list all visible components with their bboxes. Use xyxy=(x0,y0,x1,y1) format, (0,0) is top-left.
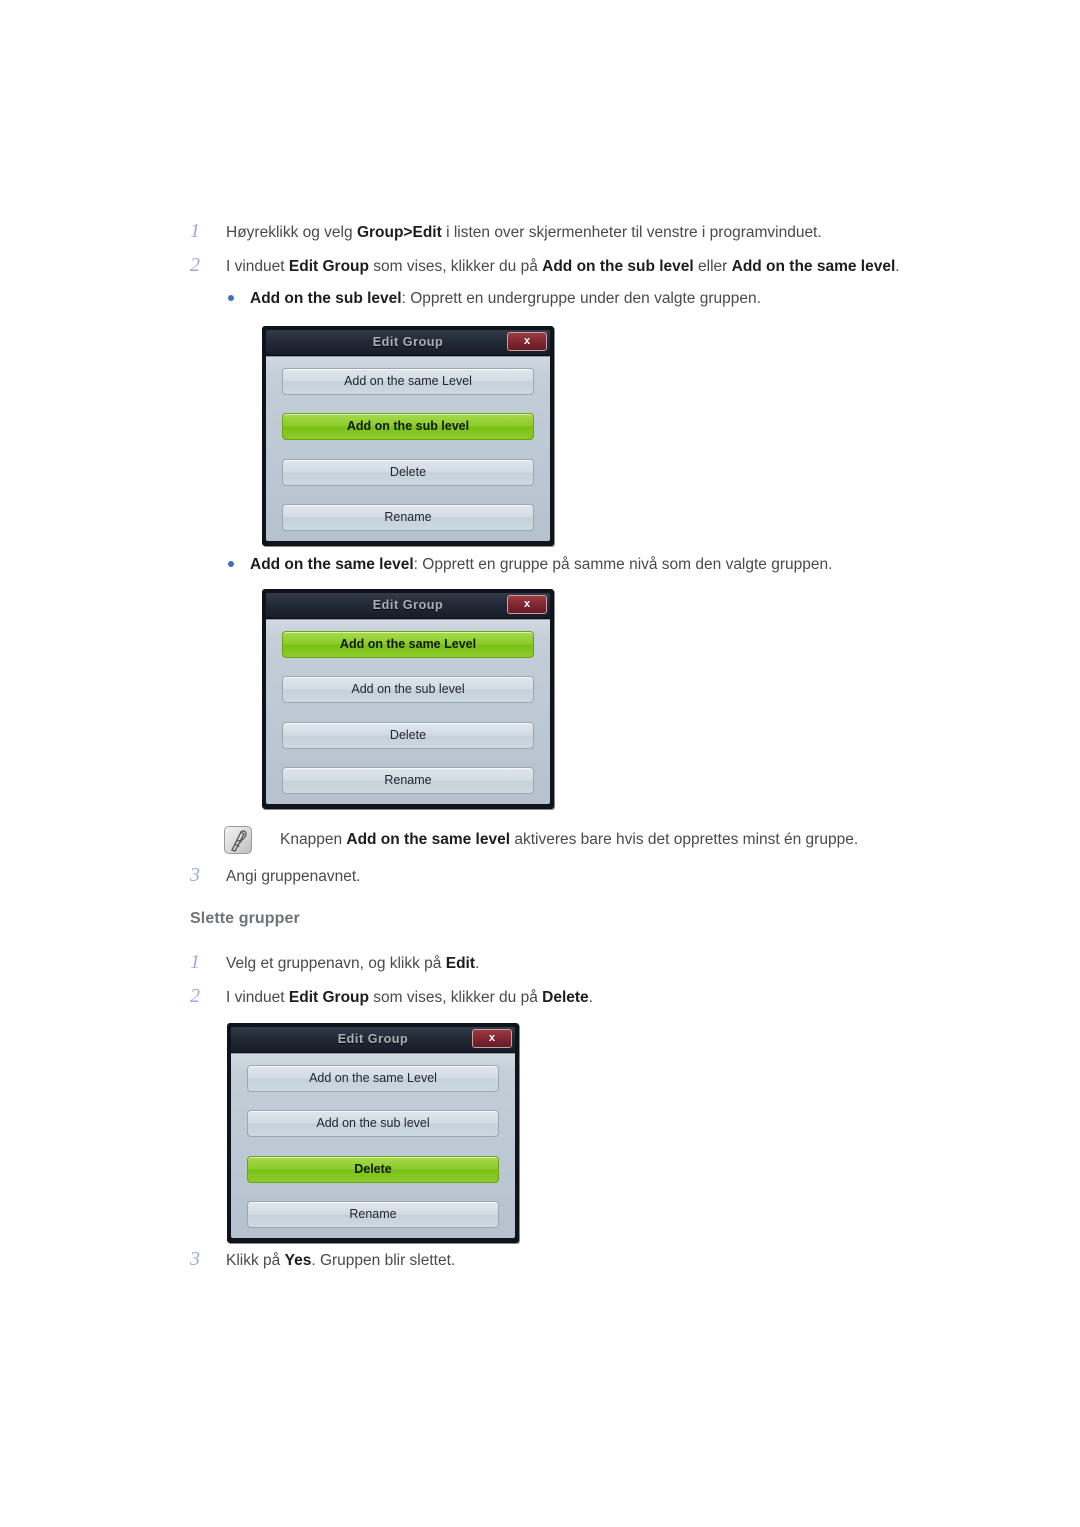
dialog-body: Add on the same Level Add on the sub lev… xyxy=(266,619,550,804)
dialog-titlebar: Edit Group x xyxy=(266,330,550,356)
step-text: Klikk på Yes. Gruppen blir slettet. xyxy=(226,1252,456,1269)
step-text: Velg et gruppenavn, og klikk på Edit. xyxy=(226,955,480,972)
dialog-titlebar: Edit Group x xyxy=(231,1027,515,1053)
dialog-titlebar: Edit Group x xyxy=(266,593,550,619)
step-2: 2 I vinduet Edit Group som vises, klikke… xyxy=(190,254,900,278)
add-on-sub-level-button[interactable]: Add on the sub level xyxy=(282,676,534,704)
step-number: 2 xyxy=(190,254,200,276)
note-hand-icon xyxy=(224,826,252,854)
rename-button[interactable]: Rename xyxy=(247,1200,499,1228)
edit-group-dialog-delete[interactable]: Edit Group x Add on the same Level Add o… xyxy=(227,1023,519,1243)
bullet-text: Add on the same level: Opprett en gruppe… xyxy=(250,556,833,573)
edit-group-dialog-sub-level[interactable]: Edit Group x Add on the same Level Add o… xyxy=(262,326,554,546)
delete-button[interactable]: Delete xyxy=(282,458,534,486)
step-number: 3 xyxy=(190,864,200,886)
rename-button[interactable]: Rename xyxy=(282,503,534,531)
edit-group-dialog-same-level[interactable]: Edit Group x Add on the same Level Add o… xyxy=(262,589,554,809)
close-icon[interactable]: x xyxy=(507,595,547,614)
add-on-same-level-button[interactable]: Add on the same Level xyxy=(247,1065,499,1092)
step-text: I vinduet Edit Group som vises, klikker … xyxy=(226,989,593,1006)
section-heading: Slette grupper xyxy=(190,910,300,927)
step-number: 3 xyxy=(190,1248,200,1270)
dialog-inner: Edit Group x Add on the same Level Add o… xyxy=(266,593,550,804)
note-text: Knappen Add on the same level aktiveres … xyxy=(280,831,859,848)
step-number: 1 xyxy=(190,220,200,242)
rename-button[interactable]: Rename xyxy=(282,766,534,794)
step-delete-1: 1 Velg et gruppenavn, og klikk på Edit. xyxy=(190,951,479,975)
step-1: 1 Høyreklikk og velg Group>Edit i listen… xyxy=(190,220,822,244)
bullet-sub-level: Add on the sub level: Opprett en undergr… xyxy=(228,290,761,308)
dialog-inner: Edit Group x Add on the same Level Add o… xyxy=(266,330,550,541)
add-on-same-level-button[interactable]: Add on the same Level xyxy=(282,368,534,395)
note-block: Knappen Add on the same level aktiveres … xyxy=(224,826,858,854)
step-text: Angi gruppenavnet. xyxy=(226,868,361,885)
delete-button[interactable]: Delete xyxy=(247,1155,499,1183)
dialog-body: Add on the same Level Add on the sub lev… xyxy=(231,1053,515,1238)
step-text: Høyreklikk og velg Group>Edit i listen o… xyxy=(226,224,822,241)
bullet-text: Add on the sub level: Opprett en undergr… xyxy=(250,290,761,307)
step-number: 1 xyxy=(190,951,200,973)
dialog-inner: Edit Group x Add on the same Level Add o… xyxy=(231,1027,515,1238)
add-on-sub-level-button[interactable]: Add on the sub level xyxy=(247,1110,499,1138)
add-on-same-level-button[interactable]: Add on the same Level xyxy=(282,631,534,658)
delete-button[interactable]: Delete xyxy=(282,721,534,749)
step-delete-2: 2 I vinduet Edit Group som vises, klikke… xyxy=(190,985,593,1009)
close-icon[interactable]: x xyxy=(472,1029,512,1048)
add-on-sub-level-button[interactable]: Add on the sub level xyxy=(282,413,534,441)
close-icon[interactable]: x xyxy=(507,332,547,351)
step-number: 2 xyxy=(190,985,200,1007)
step-3: 3 Angi gruppenavnet. xyxy=(190,864,360,888)
document-page: 1 Høyreklikk og velg Group>Edit i listen… xyxy=(0,0,1080,1527)
step-text: I vinduet Edit Group som vises, klikker … xyxy=(226,258,900,275)
step-delete-3: 3 Klikk på Yes. Gruppen blir slettet. xyxy=(190,1248,455,1272)
dialog-body: Add on the same Level Add on the sub lev… xyxy=(266,356,550,541)
bullet-same-level: Add on the same level: Opprett en gruppe… xyxy=(228,556,832,574)
